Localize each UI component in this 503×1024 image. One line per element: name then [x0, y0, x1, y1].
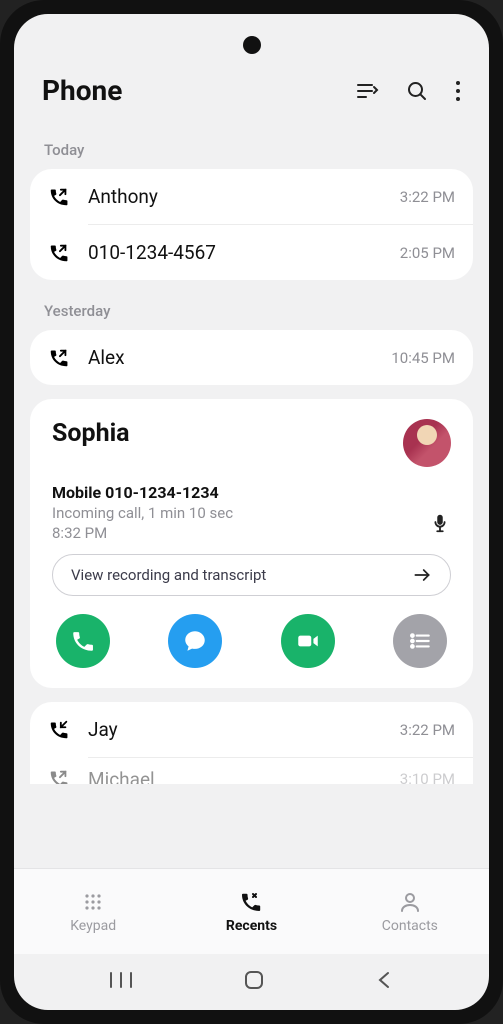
call-button[interactable]: [56, 614, 110, 668]
nav-recents-label: Recents: [226, 918, 277, 934]
call-row[interactable]: Michael 3:10 PM: [30, 758, 473, 784]
outgoing-call-icon: [48, 242, 70, 264]
system-recents-button[interactable]: [108, 971, 134, 993]
nav-contacts[interactable]: Contacts: [331, 869, 489, 954]
call-row[interactable]: 010-1234-4567 2:05 PM: [30, 225, 473, 280]
call-row-time: 3:22 PM: [400, 721, 455, 739]
call-row-time: 3:22 PM: [400, 188, 455, 206]
nav-recents[interactable]: Recents: [172, 869, 330, 954]
call-row-time: 3:10 PM: [400, 770, 455, 784]
section-label-yesterday: Yesterday: [14, 294, 489, 330]
call-row[interactable]: Jay 3:22 PM: [30, 702, 473, 757]
view-recording-button[interactable]: View recording and transcript: [52, 554, 451, 596]
expanded-call-card: Sophia Mobile 010-1234-1234 Incoming cal…: [30, 399, 473, 688]
call-row[interactable]: Alex 10:45 PM: [30, 330, 473, 385]
system-back-button[interactable]: [375, 970, 395, 994]
message-button[interactable]: [168, 614, 222, 668]
call-row-time: 10:45 PM: [391, 349, 455, 367]
bottom-nav: Keypad Recents Contacts: [14, 868, 489, 954]
recents-icon: [239, 890, 263, 914]
contacts-icon: [398, 890, 422, 914]
page-title: Phone: [42, 74, 355, 107]
call-row[interactable]: Anthony 3:22 PM: [30, 169, 473, 224]
nav-contacts-label: Contacts: [382, 918, 438, 934]
incoming-call-icon: [48, 719, 70, 741]
microphone-icon[interactable]: [429, 512, 451, 534]
card-today: Anthony 3:22 PM 010-1234-4567 2:05 PM: [30, 169, 473, 280]
video-call-button[interactable]: [281, 614, 335, 668]
card-yesterday-alex: Alex 10:45 PM: [30, 330, 473, 385]
contact-avatar[interactable]: [403, 419, 451, 467]
call-row-name: 010-1234-4567: [88, 241, 400, 264]
outgoing-call-icon: [48, 347, 70, 369]
more-vertical-icon[interactable]: [455, 79, 461, 103]
call-row-name: Anthony: [88, 185, 400, 208]
expanded-number: Mobile 010-1234-1234: [52, 483, 429, 502]
card-after: Jay 3:22 PM Michael 3:10 PM: [30, 702, 473, 784]
arrow-right-icon: [412, 565, 432, 585]
call-row-name: Alex: [88, 346, 391, 369]
scroll-content[interactable]: Phone: [14, 14, 489, 868]
call-row-time: 2:05 PM: [400, 244, 455, 262]
expanded-time: 8:32 PM: [52, 524, 429, 542]
outgoing-call-icon: [48, 186, 70, 208]
view-recording-label: View recording and transcript: [71, 566, 412, 584]
search-icon[interactable]: [405, 79, 429, 103]
call-row-name: Jay: [88, 718, 400, 741]
expanded-name: Sophia: [52, 419, 403, 448]
keypad-icon: [81, 890, 105, 914]
outgoing-call-icon: [48, 768, 70, 784]
nav-keypad-label: Keypad: [70, 918, 116, 934]
front-camera-hole: [243, 36, 261, 54]
nav-keypad[interactable]: Keypad: [14, 869, 172, 954]
section-label-today: Today: [14, 133, 489, 169]
system-home-button[interactable]: [242, 968, 266, 996]
call-row-name: Michael: [88, 768, 400, 785]
expanded-detail: Incoming call, 1 min 10 sec: [52, 504, 429, 522]
filter-icon[interactable]: [355, 79, 379, 103]
details-button[interactable]: [393, 614, 447, 668]
system-nav-bar: [14, 954, 489, 1010]
